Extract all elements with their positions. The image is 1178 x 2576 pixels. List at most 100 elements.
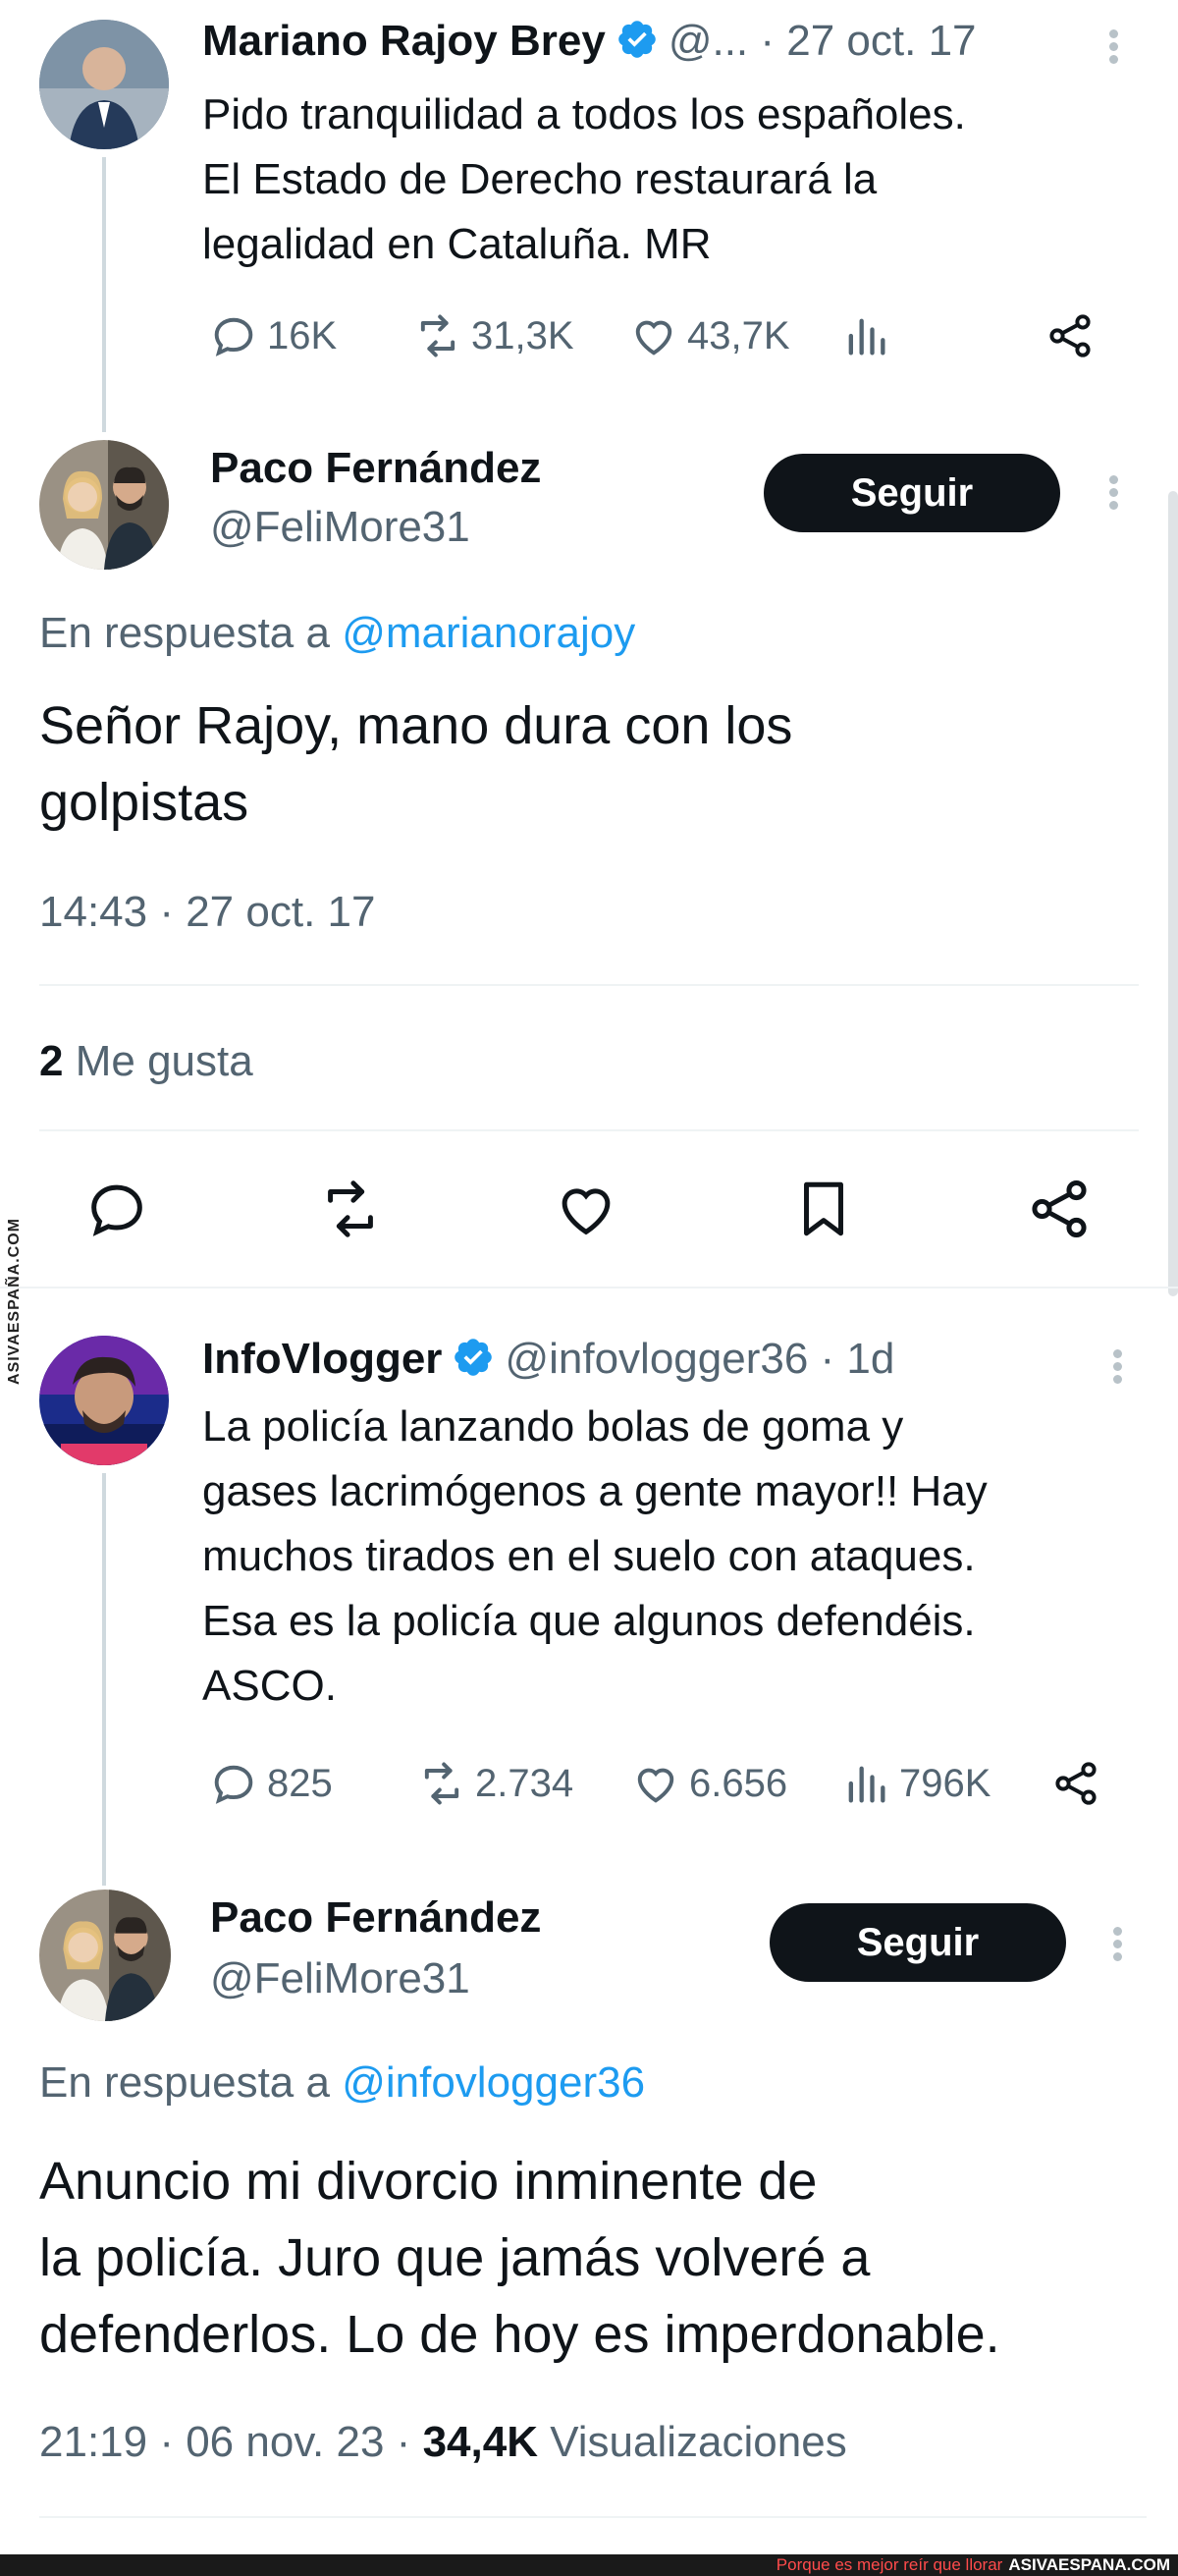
tweet-text-line: golpistas: [39, 773, 249, 832]
follow-button[interactable]: Seguir: [764, 454, 1060, 532]
tweet-text: Señor Rajoy, mano dura con los golpistas: [39, 687, 1139, 841]
reply-button[interactable]: 16K: [208, 310, 337, 361]
author-name[interactable]: Paco Fernández: [210, 444, 541, 493]
tweet-text-line: defenderlos. Lo de hoy es imperdonable.: [39, 2305, 1000, 2364]
likes-label: Me gusta: [75, 1037, 253, 1085]
reply-context: En respuesta a @marianorajoy: [39, 609, 635, 658]
tweet-text: Anuncio mi divorcio inminente de la poli…: [39, 2143, 1158, 2373]
retweet-count: 2.734: [475, 1761, 574, 1805]
divider: [39, 984, 1139, 986]
more-options-icon[interactable]: [1111, 1345, 1123, 1388]
reply-mention-link[interactable]: @infovlogger36: [342, 2058, 645, 2107]
like-button[interactable]: 6.656: [630, 1758, 787, 1809]
retweet-icon: [420, 314, 455, 357]
reply-button[interactable]: 825: [208, 1758, 333, 1809]
views-button[interactable]: 796K: [840, 1758, 991, 1809]
avatar-paco[interactable]: [39, 440, 169, 570]
follow-button[interactable]: Seguir: [770, 1903, 1066, 1982]
tweet-header: InfoVlogger @infovlogger36 · 1d: [202, 1330, 894, 1389]
views-label: Visualizaciones: [550, 2418, 847, 2466]
like-count: 6.656: [689, 1761, 788, 1805]
thread-line: [102, 1473, 106, 1886]
tweet-text-line: legalidad en Cataluña. MR: [202, 220, 712, 268]
reply-count: 825: [267, 1761, 333, 1805]
retweet-button[interactable]: 2.734: [416, 1758, 573, 1809]
reply-context: En respuesta a @infovlogger36: [39, 2058, 645, 2108]
views-button[interactable]: [840, 310, 891, 361]
footer-watermark: Porque es mejor reír que llorar ASIVAESP…: [0, 2554, 1178, 2576]
retweet-icon: [328, 1180, 373, 1237]
author-handle-date: @infovlogger36 · 1d: [505, 1335, 895, 1383]
tweet-text-line: La policía lanzando bolas de goma y: [202, 1402, 904, 1451]
side-watermark: ASIVAESPAÑA.COM: [6, 1218, 23, 1385]
like-count: 43,7K: [687, 313, 790, 357]
analytics-icon: [848, 1766, 885, 1803]
divider: [39, 2516, 1147, 2518]
verified-badge-icon: [452, 1336, 495, 1384]
views-count: 796K: [899, 1761, 991, 1805]
retweet-button[interactable]: [316, 1175, 385, 1248]
reply-prefix: En respuesta a: [39, 609, 330, 657]
reply-prefix: En respuesta a: [39, 2058, 330, 2107]
likes-count: 2: [39, 1037, 64, 1085]
tweet-text-line: Anuncio mi divorcio inminente de: [39, 2152, 818, 2211]
avatar-paco[interactable]: [39, 1890, 171, 2021]
views-count: 34,4K: [422, 2418, 538, 2466]
tweet-text-line: la policía. Juro que jamás volveré a: [39, 2228, 871, 2287]
tweet-text-line: Señor Rajoy, mano dura con los: [39, 696, 793, 755]
tweet-text-line: El Estado de Derecho restaurará la: [202, 155, 878, 203]
more-options-icon[interactable]: [1107, 26, 1119, 68]
thread-line: [102, 157, 106, 432]
verified-badge-icon: [616, 18, 659, 66]
divider: [0, 1287, 1178, 1288]
reply-icon: [214, 317, 253, 356]
like-button[interactable]: 43,7K: [628, 310, 790, 361]
heart-icon: [637, 1768, 674, 1803]
bookmark-button[interactable]: [789, 1175, 858, 1248]
share-icon: [1032, 1179, 1087, 1238]
share-icon: [1055, 1762, 1097, 1805]
avatar-rajoy[interactable]: [39, 20, 169, 149]
retweet-button[interactable]: 31,3K: [412, 310, 574, 361]
tweet-text-line: muchos tirados en el suelo con ataques.: [202, 1532, 976, 1580]
author-name[interactable]: Mariano Rajoy Brey: [202, 17, 606, 66]
tweet-text-line: gases lacrimógenos a gente mayor!! Hay: [202, 1467, 988, 1515]
tweet-meta: 21:19 · 06 nov. 23 · 34,4K Visualizacion…: [39, 2418, 847, 2467]
tweet-timestamp[interactable]: 21:19 · 06 nov. 23 ·: [39, 2418, 410, 2466]
like-button[interactable]: [552, 1175, 620, 1248]
scrollbar[interactable]: [1168, 491, 1178, 1296]
author-handle-date: @... · 27 oct. 17: [668, 17, 977, 65]
more-options-icon[interactable]: [1111, 1923, 1123, 1965]
likes-summary[interactable]: 2 Me gusta: [39, 1037, 253, 1086]
reply-icon: [91, 1184, 142, 1236]
analytics-icon: [848, 318, 885, 356]
tweet-text-line: Esa es la policía que algunos defendéis.: [202, 1597, 976, 1645]
heart-icon: [562, 1188, 611, 1235]
share-button[interactable]: [1050, 1758, 1101, 1809]
author-handle: @FeliMore31: [210, 1954, 470, 2002]
tweet-timestamp[interactable]: 14:43 · 27 oct. 17: [39, 888, 375, 937]
tweet-text-line: Pido tranquilidad a todos los españoles.: [202, 90, 966, 138]
share-button[interactable]: [1025, 1175, 1094, 1248]
bookmark-icon: [804, 1181, 843, 1236]
tweet-text: La policía lanzando bolas de goma y gase…: [202, 1395, 1145, 1719]
reply-count: 16K: [267, 313, 338, 357]
reply-icon: [214, 1765, 253, 1804]
tweet-text: Pido tranquilidad a todos los españoles.…: [202, 82, 1145, 277]
share-button[interactable]: [1044, 310, 1096, 361]
footer-site: ASIVAESPANA.COM: [1008, 2555, 1170, 2574]
retweet-count: 31,3K: [471, 313, 574, 357]
retweet-icon: [424, 1762, 459, 1805]
reply-button[interactable]: [82, 1175, 151, 1248]
avatar-infovlogger[interactable]: [39, 1336, 169, 1465]
reply-mention-link[interactable]: @marianorajoy: [342, 609, 635, 657]
author-name[interactable]: Paco Fernández: [210, 1893, 541, 1943]
tweet-text-line: ASCO.: [202, 1662, 337, 1710]
more-options-icon[interactable]: [1107, 471, 1119, 514]
divider: [39, 1129, 1139, 1131]
footer-tagline: Porque es mejor reír que llorar: [776, 2555, 1003, 2574]
author-name[interactable]: InfoVlogger: [202, 1335, 442, 1384]
author-handle: @FeliMore31: [210, 503, 470, 551]
share-icon: [1049, 314, 1091, 357]
tweet-header: Mariano Rajoy Brey @... · 27 oct. 17: [202, 12, 977, 71]
